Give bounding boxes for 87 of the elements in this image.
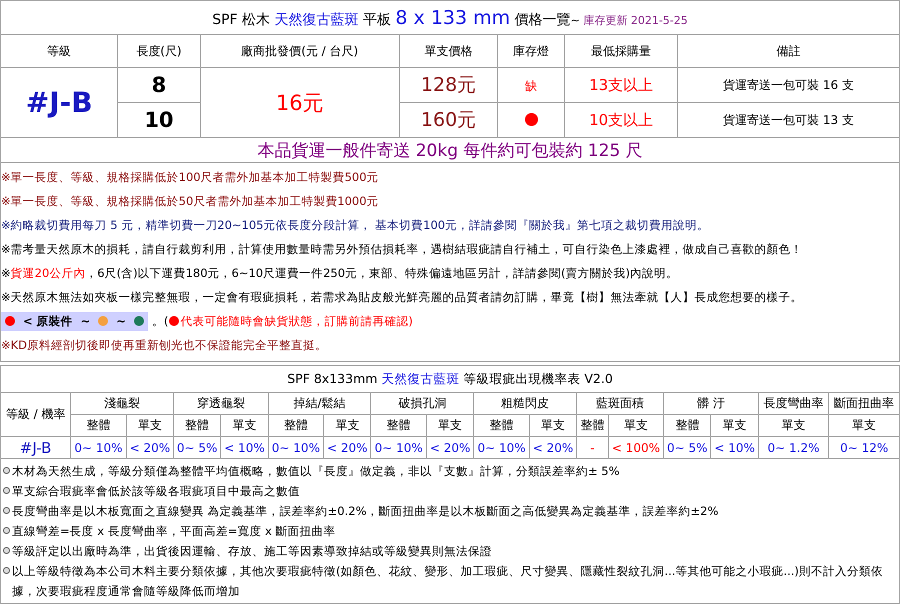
header-cell: 等級 bbox=[0, 34, 118, 68]
header-cell: 廠商批發價(元 / 台尺) bbox=[200, 34, 400, 68]
header-cell: 單支 bbox=[324, 414, 371, 436]
table-cell: 0~ 10% bbox=[70, 436, 126, 458]
header-cell: 單支 bbox=[608, 414, 664, 436]
table-cell: < 20% bbox=[126, 436, 174, 458]
header-cell: 單支 bbox=[758, 414, 829, 436]
note-text: ※需考量天然原木的損耗，請自行裁剪利用，計算使用數量時需另外預估損耗率，遇樹結瑕疵請自行補土，可自行染色上漆處裡，做成自己喜歡的顏色！ bbox=[1, 240, 804, 258]
unit-price-cell: 160元 bbox=[399, 102, 498, 138]
note-text: ※約略裁切費用每刀 5 元，精準切費一刀20~105元依長度分段計算， 基本切費100元，詳請參閱『關於我』第七項之裁切費用說明。 bbox=[1, 216, 710, 234]
header-cell: 藍斑面積 bbox=[576, 392, 664, 414]
header-cell: 長度(尺) bbox=[118, 34, 200, 68]
note-text: 以上等級特徵為本公司木料主要分類依據，其他次要瑕疵特徵(如顏色、花紋、變形、加工瑕疵、尺寸變異、隱藏性裂紋孔洞...等其他可能之小瑕疵...)則不計入分類依據，次要瑕疵程度通常會隨等級降低而增加 bbox=[12, 563, 884, 600]
note-text: ※KD原料經剖切後即使再重新刨光也不保證能完全平整直挺。 bbox=[1, 336, 328, 354]
bullet-icon bbox=[3, 547, 10, 554]
legend-text: ~ bbox=[116, 314, 126, 328]
wholesale-price-cell: 16元 bbox=[200, 68, 400, 138]
table-cell: < 20% bbox=[426, 436, 474, 458]
legend-note: 代表可能隨時會缺貨狀態，訂購前請再確認) bbox=[180, 314, 413, 328]
header-cell: 整體 bbox=[268, 414, 324, 436]
header-cell: 長度彎曲率 bbox=[758, 392, 829, 414]
header-cell: 庫存燈 bbox=[498, 34, 565, 68]
bullet-icon bbox=[3, 487, 10, 494]
note-text: 長度彎曲率是以木板寬面之直線變異 為定義基準，誤差率約±0.2%，斷面扭曲率是以木板斷面之高低變異為定義基準，誤差率約±2% bbox=[12, 503, 718, 520]
header-cell: 整體 bbox=[174, 414, 221, 436]
header-cell: 整體 bbox=[664, 414, 711, 436]
header-cell: 單支 bbox=[529, 414, 577, 436]
note-text: 等級評定以出廠時為準，出貨後因運輸、存放、施工等因素導致掉結或等級變異則無法保證 bbox=[12, 543, 492, 560]
table-cell: - bbox=[576, 436, 608, 458]
header-cell: 髒 汙 bbox=[664, 392, 758, 414]
table-cell: < 10% bbox=[710, 436, 758, 458]
note-text: ※天然原木無法如夾板一樣完整無瑕，一定會有瑕疵損耗，若需求為貼皮般光鮮亮麗的品質者請勿訂購，畢竟【樹】無法牽就【人】長成您想要的樣子。 bbox=[1, 288, 804, 306]
header-cell: 單支 bbox=[126, 414, 174, 436]
header-cell: 單支 bbox=[220, 414, 268, 436]
grade-cell: #J-B bbox=[0, 436, 71, 458]
length-cell: 8 bbox=[118, 68, 200, 102]
table-cell: < 20% bbox=[529, 436, 577, 458]
min-order-cell: 13支以上 bbox=[564, 68, 678, 102]
header-cell: 單支 bbox=[426, 414, 474, 436]
legend-text: < 原裝件 bbox=[23, 314, 73, 328]
bullet-icon bbox=[3, 467, 10, 474]
header-cell: 單支 bbox=[710, 414, 758, 436]
note-text: 直線彎差=長度 x 長度彎曲率，平面高差=寬度 x 斷面扭曲率 bbox=[12, 523, 336, 540]
bullet-icon bbox=[3, 507, 10, 514]
table-cell: < 100% bbox=[608, 436, 664, 458]
header-cell: 最低採購量 bbox=[564, 34, 678, 68]
header-cell: 掉結/鬆結 bbox=[268, 392, 371, 414]
header-cell: 備註 bbox=[678, 34, 900, 68]
header-cell: 穿透龜裂 bbox=[174, 392, 268, 414]
note-text: 單支綜合瑕疵率會低於該等級各瑕疵項目中最高之數值 bbox=[12, 483, 300, 500]
header-cell: 等級 / 機率 bbox=[0, 392, 71, 436]
remark-cell: 貨運寄送一包可裝 13 支 bbox=[678, 102, 900, 138]
table-title: SPF 8x133mm 天然復古藍斑 等級瑕疵出現機率表 V2.0 bbox=[0, 366, 900, 392]
note-text: ※單一長度、等級、規格採購低於100尺者需外加基本加工特製費500元 bbox=[1, 168, 380, 186]
remark-cell: 貨運寄送一包可裝 16 支 bbox=[678, 68, 900, 102]
header-cell: 整體 bbox=[70, 414, 126, 436]
header-cell: 整體 bbox=[474, 414, 530, 436]
header-cell: 單支價格 bbox=[399, 34, 498, 68]
unit-price-cell: 128元 bbox=[399, 68, 498, 102]
table-title: SPF 松木 天然復古藍斑 平板 8 x 133 mm 價格一覽~ 庫存更新 2021-5-25 bbox=[0, 0, 900, 34]
table-cell: 0~ 5% bbox=[174, 436, 221, 458]
table-cell: < 10% bbox=[220, 436, 268, 458]
stock-cell: 缺 bbox=[498, 68, 565, 102]
legend-note: 。( bbox=[152, 314, 168, 328]
header-cell: 斷面扭曲率 bbox=[828, 392, 900, 414]
header-cell: 整體 bbox=[576, 414, 608, 436]
table-cell: 0~ 10% bbox=[268, 436, 324, 458]
bullet-icon bbox=[3, 567, 10, 574]
table-cell: 0~ 1.2% bbox=[758, 436, 829, 458]
header-cell: 單支 bbox=[828, 414, 900, 436]
shipping-banner: 本品貨運一般件寄送 20kg 每件約可包裝約 125 尺 bbox=[0, 138, 900, 162]
table-cell: 0~ 10% bbox=[370, 436, 427, 458]
legend-text: ~ bbox=[80, 314, 90, 328]
table-cell: 0~ 5% bbox=[664, 436, 711, 458]
header-cell: 粗糙閃皮 bbox=[474, 392, 577, 414]
header-cell: 淺龜裂 bbox=[70, 392, 174, 414]
header-cell: 整體 bbox=[370, 414, 427, 436]
table-cell: 0~ 10% bbox=[474, 436, 530, 458]
min-order-cell: 10支以上 bbox=[564, 102, 678, 138]
table-cell: < 20% bbox=[324, 436, 371, 458]
note-text: ※貨運20公斤內，6尺(含)以下運費180元，6~10尺運費一件250元，東部、特殊偏遠地區另計，詳請參閱(賣方關於我)內說明。 bbox=[1, 264, 680, 282]
grade-cell: #J-B bbox=[0, 68, 118, 138]
note-text: 木材為天然生成，等級分類僅為整體平均值概略，數值以『長度』做定義，非以『支數』計算，分類誤差率約± 5% bbox=[12, 463, 620, 480]
table-cell: 0~ 12% bbox=[828, 436, 900, 458]
bullet-icon bbox=[3, 527, 10, 534]
note-text: ※單一長度、等級、規格採購低於50尺者需外加基本加工特製費1000元 bbox=[1, 192, 380, 210]
header-cell: 破損孔洞 bbox=[370, 392, 474, 414]
